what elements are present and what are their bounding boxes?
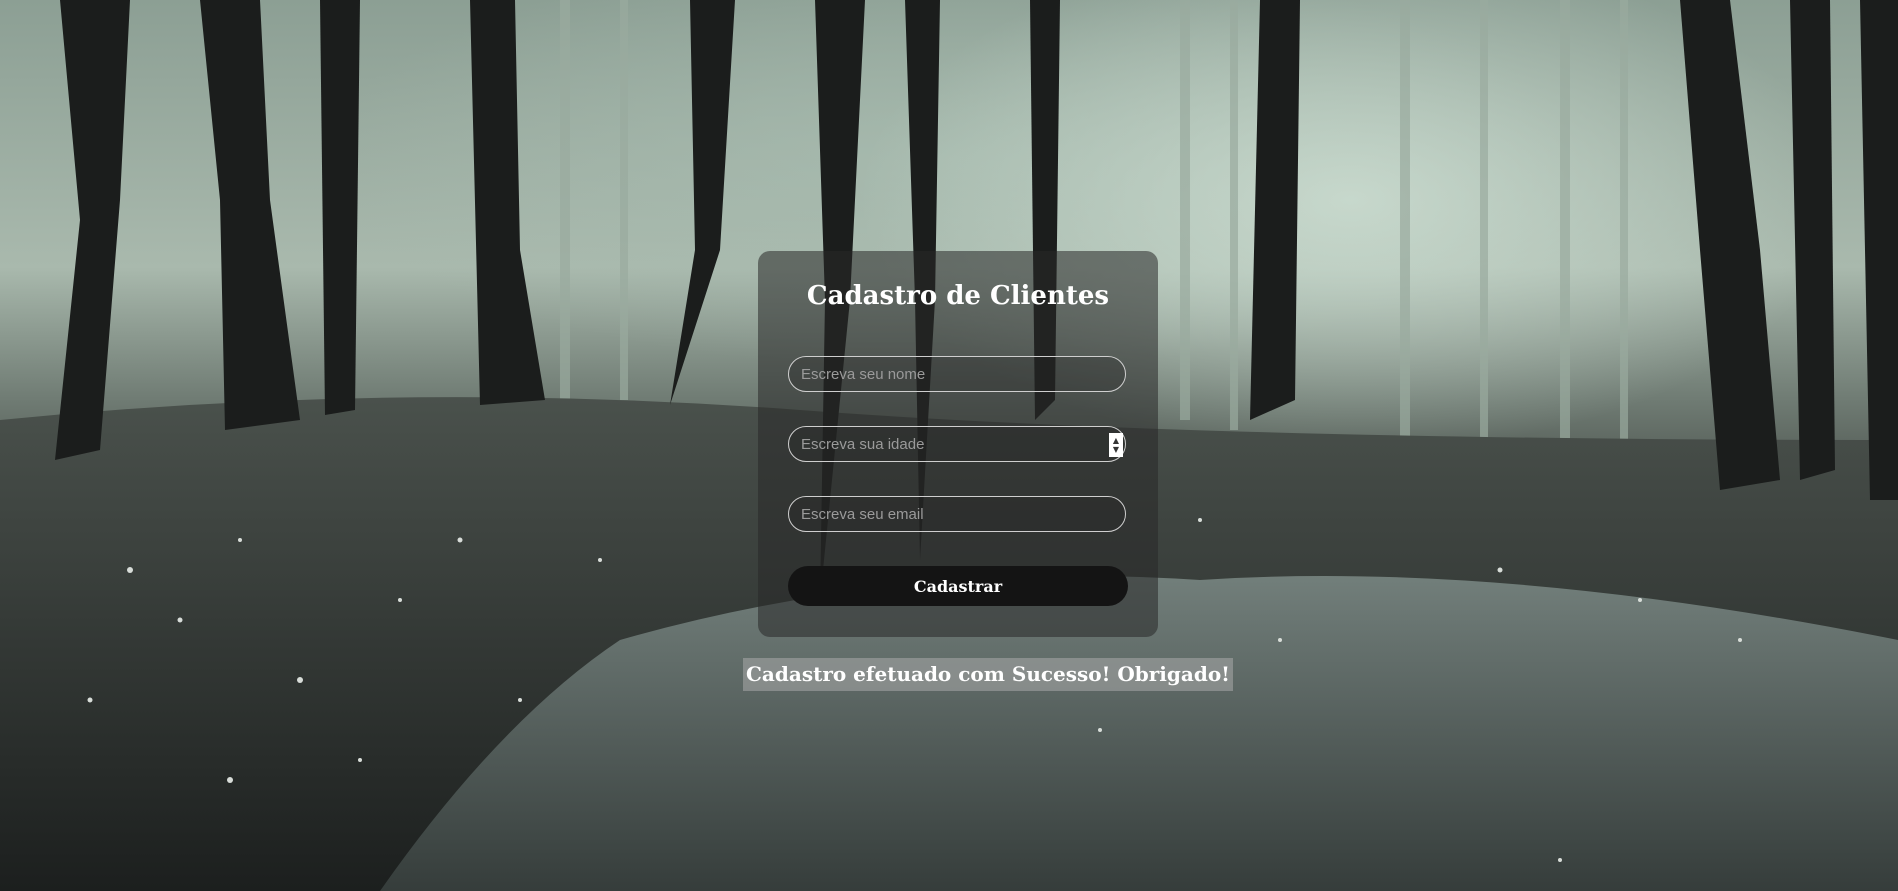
age-field: ▲ ▼ xyxy=(788,426,1126,462)
number-spinner-icon[interactable]: ▲ ▼ xyxy=(1109,433,1123,457)
email-field xyxy=(788,496,1126,532)
spinner-up-icon[interactable]: ▲ xyxy=(1113,436,1119,445)
spinner-down-icon[interactable]: ▼ xyxy=(1113,445,1119,454)
registration-form-card: Cadastro de Clientes ▲ ▼ Cadastrar xyxy=(758,251,1158,637)
age-input[interactable] xyxy=(789,427,1125,461)
submit-button[interactable]: Cadastrar xyxy=(788,566,1128,606)
email-input[interactable] xyxy=(789,497,1125,531)
form-title: Cadastro de Clientes xyxy=(806,281,1110,311)
success-message: Cadastro efetuado com Sucesso! Obrigado! xyxy=(743,658,1233,691)
name-input[interactable] xyxy=(789,357,1125,391)
name-field xyxy=(788,356,1126,392)
